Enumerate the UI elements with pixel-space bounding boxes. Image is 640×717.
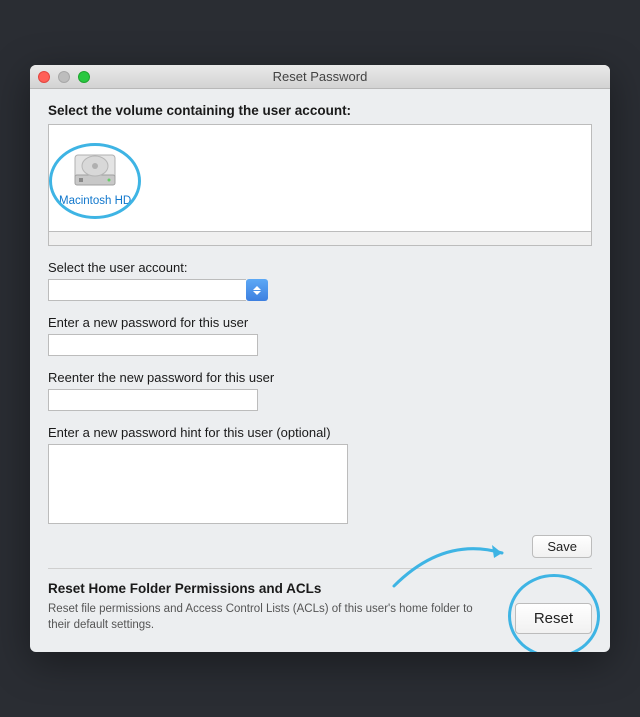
- acl-section: Reset Home Folder Permissions and ACLs R…: [48, 581, 592, 633]
- traffic-lights: [38, 71, 90, 83]
- hint-textarea[interactable]: [48, 444, 348, 524]
- volume-item[interactable]: Macintosh HD: [59, 149, 131, 207]
- new-password-label: Enter a new password for this user: [48, 315, 592, 330]
- volume-list-footer: [48, 232, 592, 246]
- user-select-stepper[interactable]: [246, 279, 268, 301]
- save-row: Save: [48, 535, 592, 558]
- hint-label: Enter a new password hint for this user …: [48, 425, 592, 440]
- titlebar: Reset Password: [30, 65, 610, 89]
- user-select[interactable]: [48, 279, 268, 301]
- volume-name: Macintosh HD: [59, 195, 131, 207]
- chevron-down-icon: [253, 291, 261, 295]
- acl-description: Reset file permissions and Access Contro…: [48, 602, 491, 633]
- reenter-password-label: Reenter the new password for this user: [48, 370, 592, 385]
- volume-heading: Select the volume containing the user ac…: [48, 103, 592, 118]
- acl-heading: Reset Home Folder Permissions and ACLs: [48, 581, 592, 596]
- hard-disk-icon: [71, 149, 119, 193]
- save-button[interactable]: Save: [532, 535, 592, 558]
- window-content: Select the volume containing the user ac…: [30, 89, 610, 651]
- volume-list[interactable]: Macintosh HD: [48, 124, 592, 232]
- close-icon[interactable]: [38, 71, 50, 83]
- user-select-value[interactable]: [48, 279, 246, 301]
- chevron-up-icon: [253, 286, 261, 290]
- reset-password-window: Reset Password Select the volume contain…: [30, 65, 610, 651]
- minimize-icon: [58, 71, 70, 83]
- window-title: Reset Password: [30, 69, 610, 84]
- reset-button[interactable]: Reset: [515, 603, 592, 634]
- zoom-icon[interactable]: [78, 71, 90, 83]
- new-password-input[interactable]: [48, 334, 258, 356]
- user-select-label: Select the user account:: [48, 260, 592, 275]
- divider: [48, 568, 592, 569]
- reenter-password-input[interactable]: [48, 389, 258, 411]
